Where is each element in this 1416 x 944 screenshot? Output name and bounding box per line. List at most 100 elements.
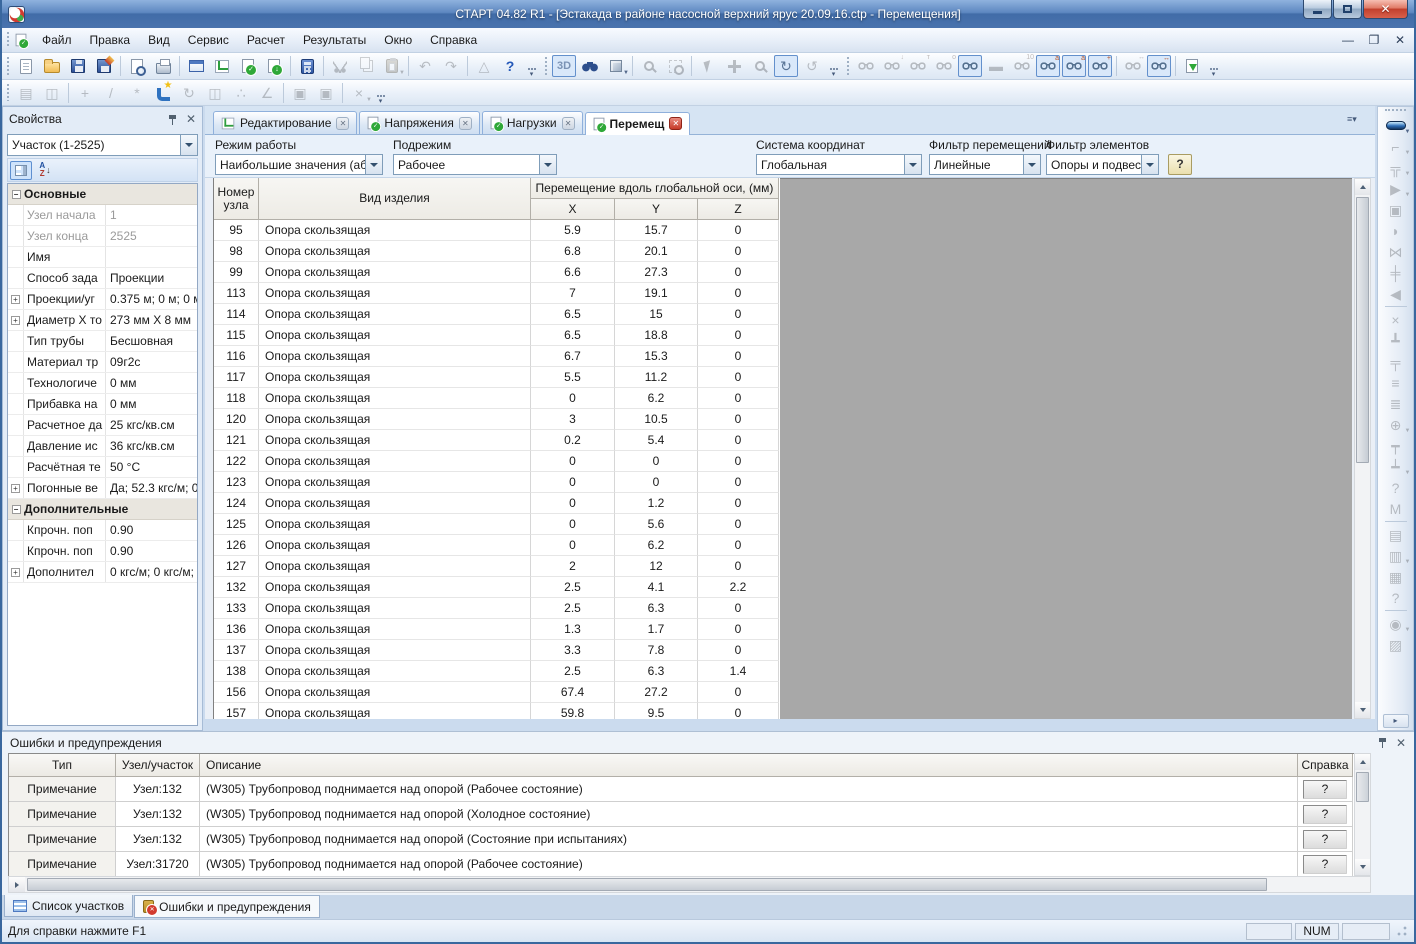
object-selector[interactable]: Участок (1-2525) — [7, 134, 198, 156]
property-row[interactable]: +Проекции/уг0.375 м; 0 м; 0 м — [8, 289, 197, 310]
find-icon[interactable] — [578, 55, 602, 77]
scroll-right-icon[interactable] — [9, 877, 25, 892]
mdi-minimize-icon[interactable]: — — [1340, 33, 1356, 47]
table-row[interactable]: 120Опора скользящая310.50 — [214, 409, 780, 430]
errors-column-type[interactable]: Тип — [9, 754, 116, 777]
property-value[interactable]: 0.375 м; 0 м; 0 м — [106, 289, 197, 309]
results-vertical-scrollbar[interactable] — [1354, 178, 1371, 719]
property-category[interactable]: −Основные — [8, 184, 197, 205]
alphabetical-sort-button[interactable]: AZ ↓ — [34, 161, 56, 180]
property-value[interactable]: 0.90 — [106, 541, 197, 561]
property-row[interactable]: +Погонные веДа; 52.3 кгс/м; 0 — [8, 478, 197, 499]
chevron-down-icon[interactable] — [365, 155, 382, 174]
scrollbar-thumb[interactable] — [1356, 197, 1369, 463]
property-row[interactable]: Узел конца2525 — [8, 226, 197, 247]
column-header-node[interactable]: Номер узла — [214, 178, 259, 220]
help-button[interactable]: ? — [1168, 154, 1192, 175]
property-row[interactable]: Технологиче0 мм — [8, 373, 197, 394]
property-value[interactable]: 36 кгс/кв.см — [106, 436, 197, 456]
property-value[interactable]: 0 кгс/м; 0 кгс/м; — [106, 562, 197, 582]
property-row[interactable]: Прибавка на0 мм — [8, 394, 197, 415]
chevron-down-icon[interactable] — [1141, 155, 1158, 174]
window-layout-icon[interactable] — [184, 55, 208, 77]
tab-4-active[interactable]: Перемещ✕ — [585, 112, 691, 135]
document-export-icon[interactable] — [262, 55, 286, 77]
errors-vertical-scrollbar[interactable] — [1354, 753, 1371, 876]
property-row[interactable]: +Диаметр X то273 мм X 8 мм — [8, 310, 197, 331]
toolbar-overflow-icon[interactable]: ▾ — [525, 55, 538, 77]
error-row[interactable]: ПримечаниеУзел:31720(W305) Трубопровод п… — [9, 852, 1354, 877]
expand-icon[interactable]: + — [11, 295, 20, 304]
toolbar-overflow-icon[interactable]: ▾ — [1207, 55, 1220, 77]
property-value[interactable]: 1 — [106, 205, 197, 225]
scroll-up-icon[interactable] — [1355, 179, 1370, 195]
property-row[interactable]: Кпрочн. поп0.90 — [8, 541, 197, 562]
scroll-down-icon[interactable] — [1355, 859, 1370, 875]
table-row[interactable]: 121Опора скользящая0.25.40 — [214, 430, 780, 451]
chevron-down-icon[interactable] — [904, 155, 921, 174]
property-value[interactable]: 0 мм — [106, 394, 197, 414]
table-row[interactable]: 136Опора скользящая1.31.70 — [214, 619, 780, 640]
save-icon[interactable] — [66, 55, 90, 77]
pin-icon[interactable] — [167, 114, 178, 125]
chevron-down-icon[interactable] — [1023, 155, 1040, 174]
error-row[interactable]: ПримечаниеУзел:132(W305) Трубопровод под… — [9, 827, 1354, 852]
table-row[interactable]: 157Опора скользящая59.89.50 — [214, 703, 780, 719]
tab-close-icon[interactable]: ✕ — [459, 117, 472, 130]
property-value[interactable]: 25 кгс/кв.см — [106, 415, 197, 435]
menu-item-1[interactable]: Файл — [33, 30, 81, 50]
close-button[interactable]: ✕ — [1363, 0, 1408, 19]
chevron-down-icon[interactable] — [539, 155, 556, 174]
plot-view-icon[interactable] — [210, 55, 234, 77]
column-header-item[interactable]: Вид изделия — [259, 178, 531, 220]
menu-item-2[interactable]: Правка — [81, 30, 140, 50]
print-preview-icon[interactable] — [125, 55, 149, 77]
collapse-icon[interactable]: − — [12, 190, 21, 199]
errors-column-desc[interactable]: Описание — [200, 754, 1298, 777]
table-row[interactable]: 115Опора скользящая6.518.80 — [214, 325, 780, 346]
rotate-view-icon[interactable]: ↻ — [774, 55, 798, 77]
bottom-tab-1[interactable]: Список участков — [4, 895, 133, 917]
table-row[interactable]: 98Опора скользящая6.820.10 — [214, 241, 780, 262]
tab-3[interactable]: Нагрузки✕ — [482, 111, 583, 134]
property-value[interactable]: Проекции — [106, 268, 197, 288]
menu-item-5[interactable]: Расчет — [238, 30, 294, 50]
expand-icon[interactable]: + — [11, 316, 20, 325]
property-category[interactable]: −Дополнительные — [8, 499, 197, 520]
scroll-down-icon[interactable] — [1355, 702, 1370, 718]
toolbar-overflow-icon[interactable]: ▾ — [827, 55, 840, 77]
panel-close-icon[interactable]: ✕ — [1396, 737, 1406, 749]
export-results-icon[interactable] — [1180, 55, 1204, 77]
scrollbar-thumb[interactable] — [27, 878, 1267, 891]
table-row[interactable]: 116Опора скользящая6.715.30 — [214, 346, 780, 367]
property-value[interactable]: 09г2с — [106, 352, 197, 372]
errors-column-node[interactable]: Узел/участок — [116, 754, 200, 777]
column-header-y[interactable]: Y — [615, 199, 698, 220]
pipe-segment-icon[interactable]: ▼ — [1382, 115, 1410, 136]
column-header-z[interactable]: Z — [698, 199, 779, 220]
property-row[interactable]: Материал тр09г2с — [8, 352, 197, 373]
new-document-icon[interactable] — [14, 55, 38, 77]
toolbar-collapse-handle[interactable]: ▸ — [1383, 714, 1409, 728]
chevron-down-icon[interactable] — [180, 135, 197, 155]
3d-view-icon[interactable]: 3D — [552, 55, 576, 77]
volume-display-icon[interactable]: ▼ — [604, 55, 628, 77]
scrollbar-thumb[interactable] — [1356, 772, 1369, 802]
calculator-icon[interactable] — [295, 55, 319, 77]
property-value[interactable]: 0 мм — [106, 373, 197, 393]
table-row[interactable]: 137Опора скользящая3.37.80 — [214, 640, 780, 661]
property-row[interactable]: Давление ис36 кгс/кв.см — [8, 436, 197, 457]
expand-icon[interactable]: + — [11, 568, 20, 577]
help-reference-button[interactable]: ? — [1303, 780, 1347, 799]
table-row[interactable]: 126Опора скользящая06.20 — [214, 535, 780, 556]
table-row[interactable]: 156Опора скользящая67.427.20 — [214, 682, 780, 703]
error-row[interactable]: ПримечаниеУзел:132(W305) Трубопровод под… — [9, 777, 1354, 802]
table-row[interactable]: 138Опора скользящая2.56.31.4 — [214, 661, 780, 682]
filter-3-combobox[interactable]: Глобальная — [756, 154, 922, 175]
save-as-icon[interactable] — [92, 55, 116, 77]
show-names-b-icon[interactable]: a — [1062, 55, 1086, 77]
context-help-icon[interactable]: ? — [498, 55, 522, 77]
menu-item-4[interactable]: Сервис — [179, 30, 238, 50]
pin-icon[interactable] — [1377, 737, 1388, 748]
table-row[interactable]: 117Опора скользящая5.511.20 — [214, 367, 780, 388]
